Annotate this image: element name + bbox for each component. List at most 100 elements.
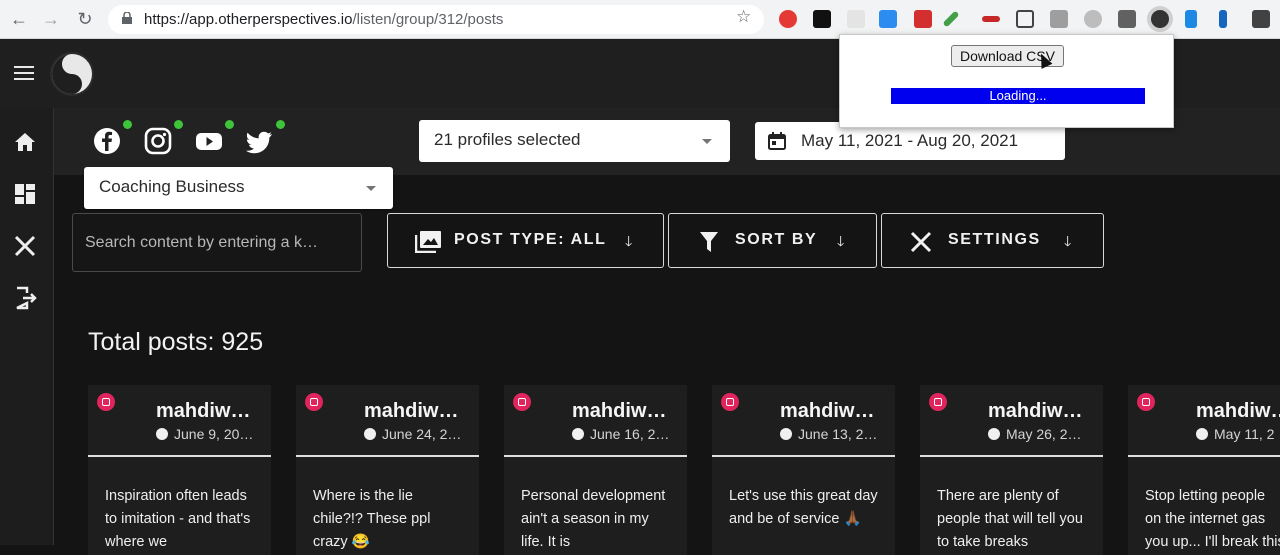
post-date-text: May 11, 2	[1214, 426, 1275, 442]
post-date: May 26, 2…	[988, 426, 1081, 442]
address-bar[interactable]: https://app.otherperspectives.io/listen/…	[108, 5, 764, 34]
arrow-down-icon: 🡓	[1064, 233, 1072, 249]
card-divider	[296, 455, 479, 457]
clock-icon	[156, 428, 168, 440]
arrow-down-icon: 🡓	[625, 233, 633, 249]
twitter-icon[interactable]	[245, 126, 275, 156]
post-date-text: June 9, 20…	[174, 426, 254, 442]
post-author: mahdiw…	[988, 400, 1083, 422]
puzzle-extension-icon[interactable]	[1252, 10, 1270, 28]
post-text: Let's use this great day and be of servi…	[729, 488, 878, 527]
calendar-icon	[768, 132, 786, 150]
facebook-icon[interactable]	[92, 126, 122, 156]
date-range-value: May 11, 2021 - Aug 20, 2021	[801, 131, 1019, 150]
url-path: /listen/group/312/posts	[352, 11, 504, 28]
group-select[interactable]: Coaching Business	[84, 167, 393, 209]
post-date: May 11, 2	[1196, 426, 1274, 442]
post-author: mahdiw…	[572, 400, 667, 422]
post-text: There are plenty of people that will tel…	[937, 488, 1083, 550]
grid-extension-icon[interactable]	[847, 10, 865, 28]
post-author: mahdiw…	[156, 400, 251, 422]
tools-icon[interactable]	[11, 232, 39, 260]
menu-icon[interactable]	[14, 66, 34, 80]
settings-button[interactable]: SETTINGS 🡓	[881, 213, 1104, 268]
post-text: Where is the lie chile?!? These ppl craz…	[313, 488, 431, 550]
back-icon[interactable]: ←	[8, 8, 30, 30]
card-divider	[1128, 455, 1280, 457]
url-text: https://app.otherperspectives.io/listen/…	[144, 11, 503, 28]
instagram-icon	[721, 393, 739, 411]
post-text: Personal development ain't a season in m…	[521, 488, 666, 550]
instagram-icon[interactable]	[143, 126, 173, 156]
url-host: https://app.otherperspectives.io	[144, 11, 353, 28]
arrow-down-icon: 🡓	[837, 233, 845, 249]
post-card[interactable]: mahdiw… May 26, 2… There are plenty of p…	[920, 385, 1103, 555]
fb-extension-icon[interactable]	[1118, 10, 1136, 28]
card-divider	[712, 455, 895, 457]
instagram-icon	[513, 393, 531, 411]
post-type-label: POST TYPE: ALL	[454, 231, 607, 248]
k-extension-icon[interactable]	[1084, 10, 1102, 28]
post-card[interactable]: mahdiw… June 16, 2… Personal development…	[504, 385, 687, 555]
forward-icon[interactable]: →	[40, 8, 62, 30]
card-divider	[920, 455, 1103, 457]
reload-icon[interactable]: ↻	[74, 8, 96, 30]
instagram-icon	[929, 393, 947, 411]
post-type-button[interactable]: POST TYPE: ALL 🡓	[387, 213, 664, 268]
new-extension-icon[interactable]	[879, 10, 897, 28]
logout-icon[interactable]	[11, 284, 39, 312]
post-card[interactable]: mahdiw… May 11, 2 Stop letting people on…	[1128, 385, 1280, 555]
home-icon[interactable]	[11, 128, 39, 156]
side-rail	[0, 108, 54, 545]
twitter-active-dot	[276, 120, 285, 129]
post-card[interactable]: mahdiw… June 9, 20… Inspiration often le…	[88, 385, 271, 555]
card-divider	[504, 455, 687, 457]
clock-icon	[988, 428, 1000, 440]
post-author: mahdiw…	[780, 400, 875, 422]
post-author: mahdiw…	[364, 400, 459, 422]
post-date-text: June 24, 2…	[382, 426, 462, 442]
post-date-text: June 13, 2…	[798, 426, 878, 442]
youtube-icon[interactable]	[194, 126, 224, 156]
profiles-select-value: 21 profiles selected	[434, 130, 581, 149]
photo-library-icon	[415, 231, 441, 253]
total-posts-count: Total posts: 925	[88, 328, 264, 356]
group-select-value: Coaching Business	[99, 177, 245, 196]
clock-icon	[364, 428, 376, 440]
instagram-icon	[1137, 393, 1155, 411]
facebook-active-dot	[123, 120, 132, 129]
chevron-down-icon	[702, 139, 712, 144]
wave-extension-icon[interactable]	[1185, 10, 1197, 28]
post-card[interactable]: mahdiw… June 24, 2… Where is the lie chi…	[296, 385, 479, 555]
pin-extension-icon[interactable]	[1219, 10, 1227, 28]
settings-label: SETTINGS	[948, 231, 1041, 248]
card-divider	[88, 455, 271, 457]
youtube-active-dot	[225, 120, 234, 129]
x-extension-icon[interactable]	[813, 10, 831, 28]
adblock-extension-icon[interactable]	[779, 10, 797, 28]
crx-extension-icon[interactable]	[1050, 10, 1068, 28]
clock-icon	[1196, 428, 1208, 440]
bookmark-star-icon[interactable]: ☆	[736, 7, 751, 27]
dashboard-icon[interactable]	[11, 180, 39, 208]
tools-icon	[910, 231, 932, 253]
csv-export-popup: Download CSV Loading...	[839, 34, 1174, 128]
post-date-text: June 16, 2…	[590, 426, 670, 442]
sort-by-label: SORT BY	[735, 231, 818, 248]
bars-extension-icon[interactable]	[982, 16, 1000, 22]
other-perspectives-extension-icon[interactable]	[1151, 10, 1169, 28]
todoist-extension-icon[interactable]	[914, 10, 932, 28]
instagram-icon	[97, 393, 115, 411]
pen-extension-icon[interactable]	[942, 10, 960, 28]
search-input[interactable]: Search content by entering a k…	[72, 213, 362, 272]
yin-yang-logo[interactable]	[50, 52, 94, 96]
sort-by-button[interactable]: SORT BY 🡓	[668, 213, 877, 268]
post-card[interactable]: mahdiw… June 13, 2… Let's use this great…	[712, 385, 895, 555]
post-date: June 16, 2…	[572, 426, 669, 442]
lock-icon	[122, 12, 132, 24]
post-author: mahdiw…	[1196, 400, 1280, 422]
post-date-text: May 26, 2…	[1006, 426, 1082, 442]
profiles-select[interactable]: 21 profiles selected	[419, 120, 730, 162]
screenshot-extension-icon[interactable]	[1016, 10, 1034, 28]
instagram-active-dot	[174, 120, 183, 129]
